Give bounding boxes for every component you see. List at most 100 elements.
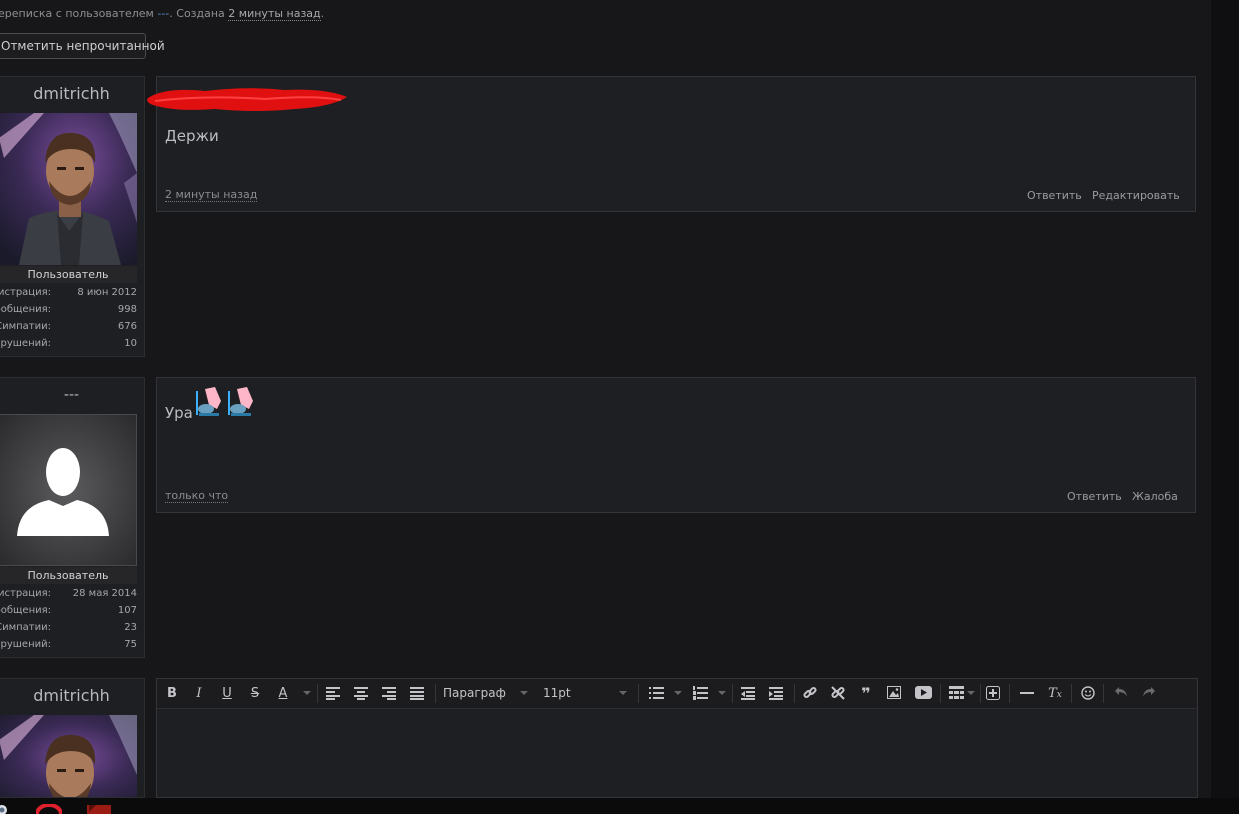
stat-value[interactable]: 107 (118, 605, 137, 616)
conversation-info-middle: . Создана (169, 7, 229, 20)
italic-icon[interactable]: I (190, 679, 208, 708)
message: Ура только что Ответить Жалоба (156, 377, 1196, 513)
quote-icon[interactable]: ❞ (856, 679, 876, 708)
smiley-image (228, 387, 253, 416)
chevron-down-icon[interactable] (619, 691, 627, 695)
insert-icon[interactable] (983, 679, 1003, 708)
toolbar-divider (980, 684, 981, 703)
reply-link[interactable]: Ответить (1067, 490, 1122, 503)
stat-value[interactable]: 998 (118, 304, 137, 315)
align-center-icon[interactable] (351, 679, 371, 708)
message-text: Ура (165, 404, 193, 422)
stat-label: Сообщения: (0, 605, 51, 616)
username[interactable]: dmitrichh (0, 679, 144, 713)
stat-value: 8 июн 2012 (77, 287, 137, 298)
chevron-down-icon[interactable] (520, 691, 528, 695)
conversation-info: ереписка с пользователем ---. Создана 2 … (0, 7, 325, 21)
editor-toolbar: B I U S A Параграф 11pt ❞ Tx (157, 679, 1197, 709)
page-right-gutter (1211, 0, 1239, 798)
font-size-select[interactable]: 11pt (543, 679, 571, 708)
app-icon[interactable] (0, 804, 8, 814)
message-time[interactable]: 2 минуты назад (165, 189, 258, 202)
stat-row: Баллы нарушений: 75 (0, 639, 137, 656)
message-text: Держи (165, 127, 219, 145)
chevron-down-icon[interactable] (674, 691, 682, 695)
align-left-icon[interactable] (323, 679, 343, 708)
paragraph-select[interactable]: Параграф (443, 679, 506, 708)
dota-icon[interactable] (86, 803, 112, 814)
strikethrough-icon[interactable]: S (246, 679, 264, 708)
video-icon[interactable] (912, 679, 934, 708)
stat-label: Регистрация: (0, 588, 51, 599)
user-role: Пользователь (0, 266, 137, 283)
underline-icon[interactable]: U (218, 679, 236, 708)
indent-icon[interactable] (766, 679, 786, 708)
avatar[interactable] (0, 113, 137, 265)
bold-icon[interactable]: B (163, 679, 181, 708)
undo-icon[interactable] (1111, 679, 1131, 708)
stat-label: Баллы нарушений: (0, 639, 51, 650)
redaction-scribble (147, 88, 347, 111)
table-icon[interactable] (946, 679, 966, 708)
os-taskbar (0, 798, 1239, 814)
stat-row: Симпатии: 676 (0, 321, 137, 338)
stat-value: 10 (124, 338, 137, 349)
smiley-icon[interactable] (1078, 679, 1098, 708)
image-icon[interactable] (884, 679, 904, 708)
text-color-icon[interactable]: A (274, 679, 292, 708)
reply-link[interactable]: Ответить (1027, 189, 1082, 202)
created-time: 2 минуты назад (228, 7, 321, 21)
user-card: --- Пользователь Регистрация: 28 мая 2014… (0, 377, 145, 658)
avatar[interactable] (0, 715, 137, 797)
conversation-info-prefix: ереписка с пользователем (0, 7, 158, 20)
user-card: dmitrichh Пользователь Регистра (0, 76, 145, 357)
user-role: Пользователь (0, 567, 137, 584)
chevron-down-icon[interactable] (718, 691, 726, 695)
conversation-info-end: . (320, 7, 325, 20)
chevron-down-icon[interactable] (303, 691, 311, 695)
clear-format-icon[interactable]: Tx (1045, 679, 1065, 708)
stat-label: Сообщения: (0, 304, 51, 315)
toolbar-divider (638, 684, 639, 703)
stat-row: Симпатии: 23 (0, 622, 137, 639)
username[interactable]: dmitrichh (0, 77, 144, 111)
stat-row: Баллы нарушений: 10 (0, 338, 137, 355)
toolbar-divider (435, 684, 436, 703)
edit-link[interactable]: Редактировать (1092, 189, 1180, 202)
stat-label: Баллы нарушений: (0, 338, 51, 349)
stat-value: 28 мая 2014 (72, 588, 137, 599)
stat-row: Регистрация: 8 июн 2012 (0, 287, 137, 304)
unlink-icon[interactable] (828, 679, 848, 708)
align-right-icon[interactable] (379, 679, 399, 708)
message-time[interactable]: только что (165, 490, 229, 503)
mark-unread-button[interactable]: Отметить непрочитанной (0, 33, 165, 59)
link-icon[interactable] (800, 679, 820, 708)
editor-text-area[interactable] (157, 709, 1197, 797)
stat-label: Симпатии: (0, 321, 51, 332)
toolbar-divider (1071, 684, 1072, 703)
message: Держи 2 минуты назад Ответить Редактиров… (147, 76, 1196, 212)
chevron-down-icon[interactable] (967, 691, 975, 695)
opera-icon[interactable] (36, 804, 62, 814)
redo-icon[interactable] (1139, 679, 1159, 708)
report-link[interactable]: Жалоба (1132, 490, 1178, 503)
avatar[interactable] (0, 414, 137, 566)
horizontal-rule-icon[interactable] (1017, 679, 1037, 708)
numbered-list-icon[interactable] (690, 679, 710, 708)
stat-row: Сообщения: 998 (0, 304, 137, 321)
stat-value: 676 (117, 321, 137, 332)
partner-link[interactable]: --- (157, 7, 169, 20)
toolbar-divider (317, 684, 318, 703)
toolbar-divider (794, 684, 795, 703)
stat-label: Симпатии: (0, 622, 51, 633)
toolbar-divider (1009, 684, 1010, 703)
toolbar-divider (1103, 684, 1104, 703)
align-justify-icon[interactable] (407, 679, 427, 708)
toolbar-divider (732, 684, 733, 703)
outdent-icon[interactable] (738, 679, 758, 708)
user-card: dmitrichh (0, 678, 145, 798)
bullet-list-icon[interactable] (646, 679, 666, 708)
stat-row: Регистрация: 28 мая 2014 (0, 588, 137, 605)
stat-value: 75 (124, 639, 137, 650)
username[interactable]: --- (0, 378, 144, 412)
